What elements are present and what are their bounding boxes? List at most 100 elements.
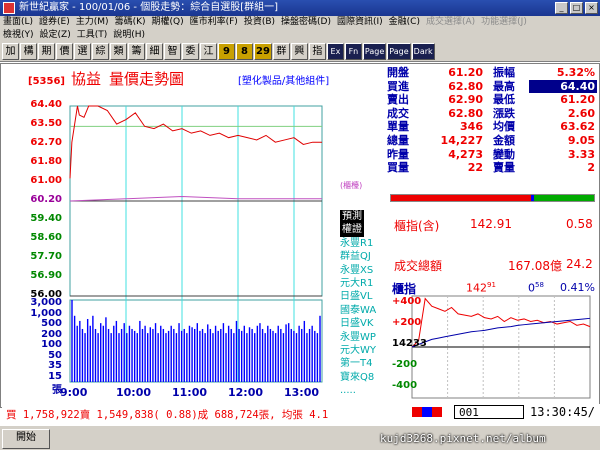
broker-label-4: 永豐XS bbox=[340, 264, 374, 276]
volume-tick-0: 3,000 bbox=[30, 297, 62, 308]
quote-label2-1: 最高 bbox=[493, 79, 515, 93]
turnover-value: 167.08億 bbox=[508, 259, 562, 273]
volume-tick-4: 100 bbox=[41, 339, 62, 350]
quote-value2-0: 5.32% bbox=[556, 66, 595, 79]
mini-index-pct: 0.41% bbox=[560, 281, 595, 294]
price-tick-6: 59.40 bbox=[30, 213, 62, 224]
volume-tick-2: 500 bbox=[41, 318, 62, 329]
broker-item-7[interactable]: 國泰WA bbox=[340, 304, 386, 317]
quote-row-0: 開盤 61.20 振幅 5.32% bbox=[387, 66, 597, 80]
volume-tick-1: 1,000 bbox=[30, 307, 62, 319]
quote-value2-6: 3.33 bbox=[567, 147, 595, 161]
broker-list: 預測 權證 永豐R1 群益QJ 永豐XS 元大R1 日盛VL 國泰WA 日盛VK 永豐WP 元大WY… bbox=[340, 210, 386, 397]
broker-label-9: 永豐WP bbox=[340, 331, 376, 343]
broker-label-10: 元大WY bbox=[340, 344, 376, 356]
quote-value2-2: 61.20 bbox=[560, 93, 595, 107]
price-tick-5: 60.20 bbox=[30, 194, 62, 205]
mini-axis-2: 14233 bbox=[392, 338, 427, 349]
volume-tick-3: 200 bbox=[41, 328, 62, 340]
quote-label-3: 成交 bbox=[387, 106, 409, 120]
broker-item-11[interactable]: 第一T4 bbox=[340, 357, 386, 370]
quote-label-0: 開盤 bbox=[387, 66, 409, 79]
status-color-blue bbox=[422, 407, 432, 417]
quote-row-4: 單量 346 均價 63.62 bbox=[387, 120, 597, 134]
broker-item-10[interactable]: 元大WY bbox=[340, 344, 386, 357]
order-summary: 買 1,758,922賣 1,549,838( 0.88)成 688,724張,… bbox=[6, 409, 329, 421]
quote-value2-3: 2.60 bbox=[567, 106, 595, 120]
broker-label-5: 元大R1 bbox=[340, 277, 374, 289]
otc-index-change: 0.58 bbox=[566, 217, 593, 231]
quote-label-5: 總量 bbox=[387, 133, 409, 147]
quote-panel: 開盤 61.20 振幅 5.32% 買進 62.80 最高 64.40 賣出 62.90 最低 61.… bbox=[387, 66, 597, 192]
time-tick-4: 13:00 bbox=[284, 386, 320, 399]
stock-code-input[interactable]: 001 bbox=[454, 405, 524, 419]
quote-value-5: 14,227 bbox=[440, 133, 483, 147]
price-tick-4: 61.00 bbox=[30, 175, 62, 186]
quote-label-2: 賣出 bbox=[387, 93, 409, 107]
price-tick-9: 56.90 bbox=[30, 270, 62, 281]
taskbar: 開始 kujd3268.pixnet.net/album bbox=[0, 425, 600, 450]
broker-item-8[interactable]: 日盛VK bbox=[340, 317, 386, 330]
volume-tick-5: 50 bbox=[48, 349, 62, 361]
time-tick-0: 9:00 bbox=[60, 386, 88, 399]
volume-frame bbox=[69, 299, 323, 383]
time-tick-3: 12:00 bbox=[228, 386, 264, 399]
mini-index-value: 14291 bbox=[466, 281, 496, 295]
otc-index-label: 櫃指(含) bbox=[394, 219, 440, 233]
mini-axis-3: -200 bbox=[392, 359, 418, 370]
mini-axis-1: +200 bbox=[392, 317, 422, 328]
otc-index-value: 142.91 bbox=[470, 217, 512, 231]
mini-axis-0: +400 bbox=[392, 296, 422, 307]
quote-label-1: 買進 bbox=[387, 79, 409, 93]
average-price-line bbox=[69, 195, 322, 202]
broker-item-12[interactable]: 寶來Q8 bbox=[340, 371, 386, 384]
time-tick-1: 10:00 bbox=[116, 386, 152, 399]
start-button[interactable]: 開始 bbox=[2, 429, 50, 449]
quote-value2-5: 9.05 bbox=[567, 133, 595, 147]
broker-item-3[interactable]: 群益QJ bbox=[340, 250, 386, 263]
quote-row-5: 總量 14,227 金額 9.05 bbox=[387, 134, 597, 148]
broker-label-7: 國泰WA bbox=[340, 304, 377, 316]
quote-value-2: 62.90 bbox=[448, 93, 483, 107]
quote-label-7: 買量 bbox=[387, 161, 409, 175]
quote-value-6: 4,273 bbox=[448, 147, 483, 161]
broker-item-9[interactable]: 永豐WP bbox=[340, 331, 386, 344]
broker-item-6[interactable]: 日盛VL bbox=[340, 290, 386, 303]
watermark: kujd3268.pixnet.net/album bbox=[380, 432, 546, 445]
status-color-red bbox=[412, 407, 422, 417]
mini-index-label: 櫃指 bbox=[392, 282, 417, 296]
broker-item-13[interactable]: ..... bbox=[340, 384, 386, 397]
quote-label-6: 昨量 bbox=[387, 147, 409, 161]
broker-label-6: 日盛VL bbox=[340, 291, 373, 303]
quote-value-3: 62.80 bbox=[448, 106, 483, 120]
price-tick-0: 64.40 bbox=[30, 99, 62, 110]
otc-index-mini-chart: 櫃指 14291 058 0.41% +400 +200 14233 -200 -400 bbox=[390, 281, 597, 404]
otc-index-panel: 櫃指(含) 142.91 0.58 bbox=[390, 205, 595, 255]
broker-item-1[interactable]: 權證 bbox=[340, 223, 386, 237]
turnover-change: 24.2 bbox=[566, 257, 593, 271]
price-tick-8: 57.70 bbox=[30, 251, 62, 262]
broker-item-4[interactable]: 永豐XS bbox=[340, 264, 386, 277]
broker-item-2[interactable]: 永豐R1 bbox=[340, 237, 386, 250]
price-line bbox=[69, 105, 322, 179]
quote-value-7: 22 bbox=[467, 161, 483, 175]
volume-tick-6: 35 bbox=[48, 360, 62, 371]
quote-row-1: 買進 62.80 最高 64.40 bbox=[387, 79, 597, 94]
quote-label2-0: 振幅 bbox=[493, 66, 515, 79]
broker-label-11: 第一T4 bbox=[340, 358, 373, 370]
broker-label-8: 日盛VK bbox=[340, 318, 374, 330]
volume-ratio-bar bbox=[390, 194, 595, 202]
quote-value-0: 61.20 bbox=[448, 66, 483, 79]
quote-value2-1: 64.40 bbox=[529, 79, 597, 94]
quote-row-2: 賣出 62.90 最低 61.20 bbox=[387, 93, 597, 107]
broker-label-3: 群益QJ bbox=[340, 251, 371, 263]
broker-item-0[interactable]: 預測 bbox=[340, 210, 386, 224]
mini-axis-4: -400 bbox=[392, 380, 418, 391]
broker-label-13: ..... bbox=[340, 385, 356, 397]
broker-item-5[interactable]: 元大R1 bbox=[340, 277, 386, 290]
price-tick-1: 63.50 bbox=[30, 118, 62, 129]
broker-label-12: 寶來Q8 bbox=[340, 371, 375, 383]
mini-index-change: 058 bbox=[528, 281, 544, 295]
quote-label2-4: 均價 bbox=[493, 120, 515, 134]
turnover-panel: 成交總額 167.08億 24.2 bbox=[390, 255, 595, 275]
